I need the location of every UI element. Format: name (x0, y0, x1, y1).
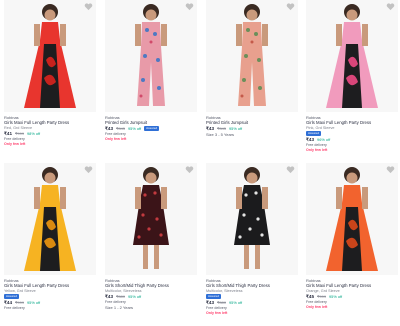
product-mrp: ₹999 (15, 131, 25, 136)
product-mrp: ₹999 (317, 294, 327, 299)
delivery-label: Free delivery (4, 305, 25, 310)
size-label: Size 1 - 2 Years (105, 305, 134, 310)
product-card[interactable]: Robinas Girls Maxi Full Length Party Dre… (4, 163, 96, 311)
product-price: ₹43 (306, 136, 315, 142)
product-price: ₹44 (4, 299, 13, 305)
discount-label: 98% off (27, 131, 41, 136)
product-price: ₹43 (206, 125, 215, 131)
stock-label: Only few left (306, 148, 328, 152)
product-image[interactable] (206, 163, 298, 275)
product-mrp: ₹880 (217, 300, 227, 305)
wishlist-heart-icon[interactable] (84, 165, 93, 174)
stock-label: Only few left (105, 137, 127, 141)
stock-label: Only few left (306, 305, 328, 309)
discount-label: 95% off (128, 126, 142, 131)
product-image[interactable] (4, 0, 96, 112)
product-grid: Robinas Girls Maxi Full Length Party Dre… (0, 0, 400, 326)
product-image[interactable] (206, 0, 298, 112)
product-card[interactable]: Robinas Printed Girls Jumpsuit ₹43 ₹845 … (206, 0, 298, 138)
wishlist-heart-icon[interactable] (84, 2, 93, 11)
stock-label: Only few left (4, 142, 26, 146)
product-mrp: ₹999 (15, 300, 25, 305)
product-image[interactable] (4, 163, 96, 275)
wishlist-heart-icon[interactable] (286, 165, 295, 174)
product-price: ₹43 (105, 125, 114, 131)
stock-label: Only few left (206, 311, 228, 315)
product-card[interactable]: Robinas Girls Short/Mid Thigh Party Dres… (206, 163, 298, 316)
product-card[interactable]: Robinas Girls Maxi Full Length Party Dre… (306, 0, 398, 153)
discount-label: 95% off (329, 294, 343, 299)
product-card[interactable]: Robinas Girls Maxi Full Length Party Dre… (306, 163, 398, 310)
wishlist-heart-icon[interactable] (185, 2, 194, 11)
discount-label: 95% off (128, 294, 142, 299)
product-mrp: ₹845 (116, 126, 126, 131)
product-mrp: ₹880 (116, 294, 126, 299)
discount-label: 95% off (229, 126, 243, 131)
assured-badge: Assured (144, 126, 160, 131)
discount-label: 95% off (229, 300, 243, 305)
product-price: ₹43 (105, 293, 114, 299)
product-card[interactable]: Robinas Girls Maxi Full Length Party Dre… (4, 0, 96, 147)
product-image[interactable] (105, 163, 197, 275)
product-image[interactable] (105, 0, 197, 112)
product-image[interactable] (306, 163, 398, 275)
product-mrp: ₹845 (217, 126, 227, 131)
assured-badge: Assured (206, 294, 222, 299)
product-price: ₹43 (206, 299, 215, 305)
product-card[interactable]: Robinas Printed Girls Jumpsuit ₹43 ₹845 … (105, 0, 197, 142)
wishlist-heart-icon[interactable] (386, 165, 395, 174)
product-price: ₹41 (4, 130, 13, 136)
wishlist-heart-icon[interactable] (185, 165, 194, 174)
product-price: ₹45 (306, 293, 315, 299)
assured-badge: Assured (4, 294, 20, 299)
assured-badge: Assured (306, 131, 322, 136)
wishlist-heart-icon[interactable] (286, 2, 295, 11)
wishlist-heart-icon[interactable] (386, 2, 395, 11)
discount-label: 95% off (27, 300, 41, 305)
discount-label: 96% off (317, 137, 331, 142)
product-card[interactable]: Robinas Girls Short/Mid Thigh Party Dres… (105, 163, 197, 311)
product-image[interactable] (306, 0, 398, 112)
size-label: Size 3 - 5 Years (206, 131, 235, 137)
